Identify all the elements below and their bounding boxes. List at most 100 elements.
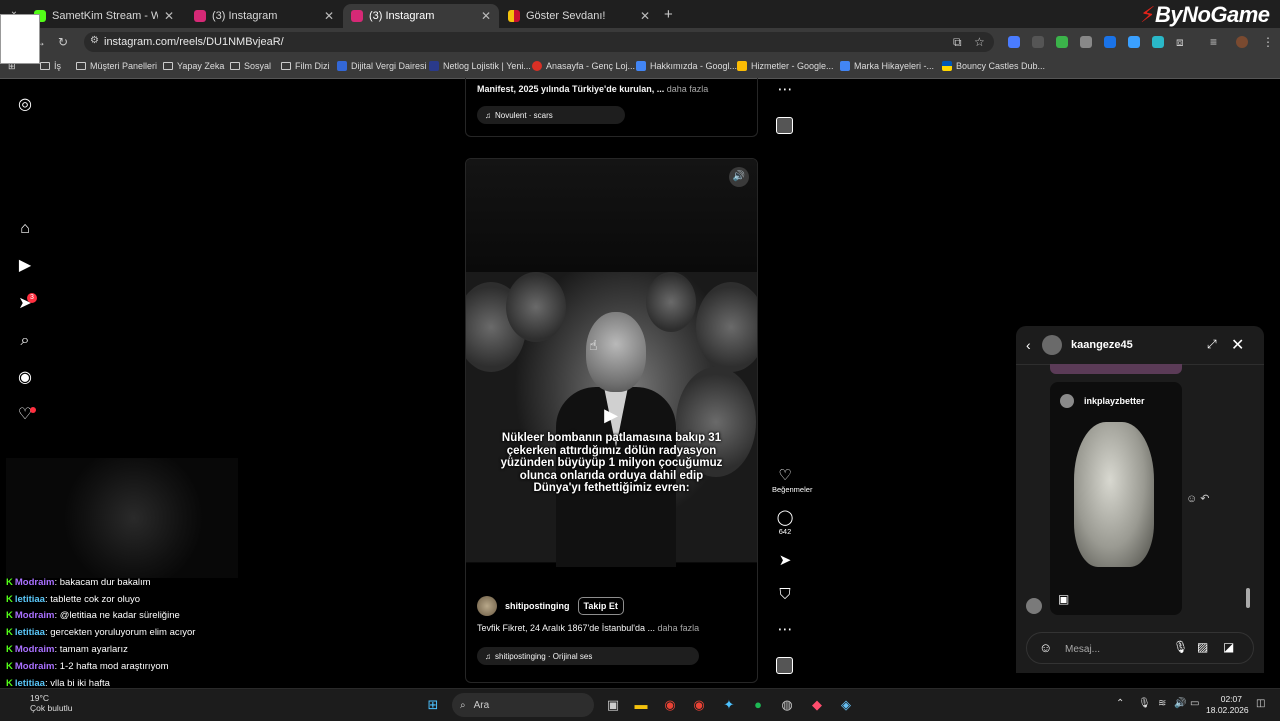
- extension-icon[interactable]: [1008, 36, 1020, 48]
- bookmark-folder[interactable]: Yapay Zeka: [163, 61, 224, 71]
- volume-icon[interactable]: 🔊: [1174, 698, 1186, 709]
- bookmark-link[interactable]: Dijital Vergi Dairesi: [337, 61, 427, 71]
- search-icon[interactable]: ⌕: [16, 332, 34, 350]
- bookmark-folder[interactable]: Müşteri Panelleri: [76, 61, 157, 71]
- browser-tab[interactable]: Göster Sevdanı! ✕: [500, 4, 658, 28]
- play-icon[interactable]: ▶: [599, 403, 623, 427]
- profile-avatar[interactable]: [1236, 36, 1248, 48]
- react-emoji-icon[interactable]: ☺ ↶: [1186, 492, 1210, 505]
- dm-username[interactable]: kaangeze45: [1071, 339, 1133, 351]
- windows-start-icon[interactable]: ⊞: [424, 696, 442, 714]
- steam-icon[interactable]: ◈: [837, 696, 855, 714]
- like-button[interactable]: ♡ Beğenmeler: [772, 466, 812, 494]
- author-username[interactable]: shitipostinging: [505, 601, 570, 611]
- bookmark-link[interactable]: Anasayfa - Genç Loj...: [532, 61, 635, 71]
- site-info-icon[interactable]: ⚙: [90, 35, 99, 46]
- notification-center-icon[interactable]: ◫: [1256, 698, 1265, 709]
- install-app-icon[interactable]: ⧉: [953, 35, 962, 50]
- bookmark-link[interactable]: Hizmetler - Google...: [737, 61, 834, 71]
- dm-avatar[interactable]: [1042, 335, 1062, 355]
- bookmark-icon: ⛉: [779, 586, 791, 603]
- share-button[interactable]: ➤: [772, 551, 798, 569]
- browser-tab[interactable]: (3) Instagram ✕: [186, 4, 342, 28]
- browser-tab[interactable]: SametKim Stream - Watch Live ✕: [26, 4, 182, 28]
- reel-video[interactable]: 🔊 ▶ Nükleer bombanın patlamasına bakıp 3…: [466, 159, 757, 567]
- shield-extension-icon[interactable]: [1056, 36, 1068, 48]
- scrollbar[interactable]: [1246, 588, 1250, 608]
- sender-avatar: [1026, 598, 1042, 614]
- bookmark-folder[interactable]: Film Dizi: [281, 61, 330, 71]
- bookmark-link[interactable]: Marka Hikayeleri -...: [840, 61, 934, 71]
- more-options-icon[interactable]: ⋯: [772, 620, 798, 638]
- sound-toggle-icon[interactable]: 🔊: [729, 167, 749, 187]
- bookmark-folder[interactable]: Sosyal: [230, 61, 271, 71]
- author-avatar[interactable]: [477, 596, 497, 616]
- reel-caption[interactable]: Tevfik Fikret, 24 Aralık 1867'de İstanbu…: [477, 623, 699, 633]
- extensions-puzzle-icon[interactable]: ⧈: [1176, 35, 1184, 50]
- battery-icon[interactable]: ▭: [1190, 698, 1199, 709]
- save-button[interactable]: ⛉: [772, 586, 798, 603]
- reload-icon[interactable]: ↻: [58, 35, 68, 49]
- more-options-icon[interactable]: ⋯: [772, 80, 798, 98]
- app-icon[interactable]: ✦: [720, 696, 738, 714]
- back-chevron-icon[interactable]: ‹: [1026, 337, 1031, 353]
- browser-tab-active[interactable]: (3) Instagram ✕: [343, 4, 499, 28]
- music-note-icon: ♫: [485, 110, 491, 120]
- music-chip[interactable]: ♫ Novulent · scars: [477, 106, 625, 124]
- close-tab-icon[interactable]: ✕: [324, 9, 334, 23]
- home-icon[interactable]: ⌂: [16, 220, 34, 238]
- wifi-icon[interactable]: ≋: [1158, 698, 1166, 709]
- menu-kebab-icon[interactable]: ⋮: [1262, 35, 1274, 49]
- reading-list-icon[interactable]: ≡: [1210, 35, 1217, 49]
- audio-thumbnail[interactable]: [776, 657, 793, 674]
- image-icon[interactable]: ▨: [1197, 640, 1208, 654]
- explore-icon[interactable]: ◉: [16, 369, 34, 387]
- tab-title: (3) Instagram: [369, 10, 435, 22]
- extension-icon[interactable]: [1032, 36, 1044, 48]
- bookmark-star-icon[interactable]: ☆: [974, 35, 985, 49]
- close-icon[interactable]: ✕: [1231, 335, 1244, 355]
- previous-reel-footer: Manifest, 2025 yılında Türkiye'de kurula…: [465, 78, 758, 137]
- spotify-icon[interactable]: ●: [749, 696, 767, 714]
- url-field[interactable]: ⚙ instagram.com/reels/DU1NMBvjeaR/: [84, 32, 994, 52]
- more-link[interactable]: daha fazla: [658, 623, 700, 633]
- previous-reel-caption[interactable]: Manifest, 2025 yılında Türkiye'de kurula…: [477, 84, 708, 94]
- previous-shared-reel[interactable]: [1050, 364, 1182, 374]
- camera-extension-icon[interactable]: [1080, 36, 1092, 48]
- new-tab-icon[interactable]: +: [664, 6, 673, 23]
- extension-icon[interactable]: [1128, 36, 1140, 48]
- audio-thumbnail[interactable]: [776, 117, 793, 134]
- close-tab-icon[interactable]: ✕: [640, 9, 650, 23]
- instagram-icon[interactable]: ◎: [16, 96, 34, 114]
- taskbar-clock[interactable]: 02:07 18.02.2026: [1206, 694, 1249, 716]
- taskbar-search[interactable]: ⌕ Ara: [452, 693, 594, 717]
- app-icon[interactable]: ◍: [778, 696, 796, 714]
- weather-widget[interactable]: 19°C Çok bulutlu: [30, 693, 73, 713]
- extension-icon[interactable]: [1104, 36, 1116, 48]
- emoji-icon[interactable]: ☺: [1039, 640, 1052, 655]
- bookmark-link[interactable]: Bouncy Castles Dub...: [942, 61, 1045, 71]
- expand-icon[interactable]: ⤢: [1207, 337, 1217, 352]
- message-input[interactable]: [1063, 639, 1162, 659]
- chrome-icon[interactable]: ◉: [661, 696, 679, 714]
- music-chip[interactable]: ♫ shitipostinging · Orijinal ses: [477, 647, 699, 665]
- bookmark-folder[interactable]: İş: [40, 61, 61, 71]
- microphone-icon[interactable]: 🎙: [1138, 698, 1151, 709]
- more-link[interactable]: daha fazla: [667, 84, 709, 94]
- microphone-icon[interactable]: 🎙: [1173, 640, 1188, 654]
- comment-button[interactable]: ◯ 642: [772, 508, 798, 536]
- file-explorer-icon[interactable]: ▬: [632, 696, 650, 714]
- bookmark-link[interactable]: Netlog Lojistik | Yeni...: [429, 61, 531, 71]
- sticker-icon[interactable]: ◪: [1223, 640, 1234, 654]
- download-icon[interactable]: [1152, 36, 1164, 48]
- task-view-icon[interactable]: ▣: [604, 696, 622, 714]
- tray-overflow-icon[interactable]: ⌃: [1116, 698, 1124, 709]
- follow-button[interactable]: Takip Et: [577, 597, 624, 615]
- bookmark-link[interactable]: Hakkımızda - Googl...: [636, 61, 737, 71]
- shared-reel-message[interactable]: inkplayzbetter ▣: [1050, 382, 1182, 615]
- reels-icon[interactable]: ▶: [16, 257, 34, 275]
- chrome-profile-icon[interactable]: ◉: [690, 696, 708, 714]
- app-icon[interactable]: ◆: [808, 696, 826, 714]
- close-tab-icon[interactable]: ✕: [164, 9, 174, 23]
- close-tab-icon[interactable]: ✕: [481, 9, 491, 23]
